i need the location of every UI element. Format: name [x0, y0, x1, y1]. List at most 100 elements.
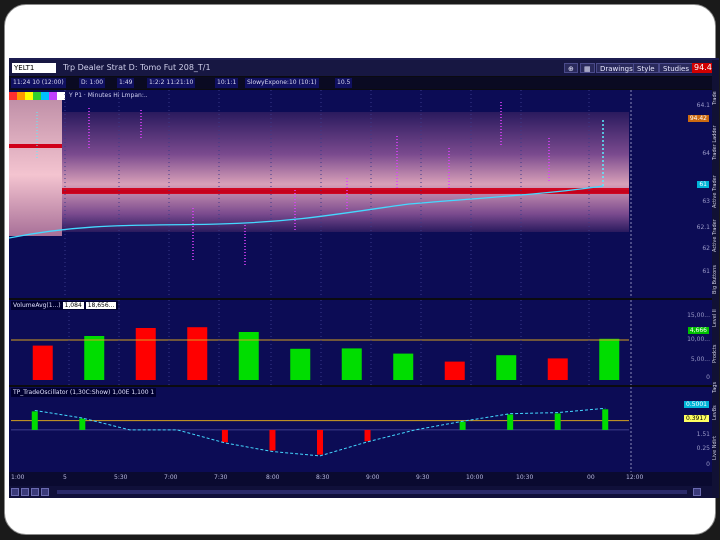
chart-description: Trp Dealer Strat D: Tomo Fut 208_T/1 [63, 63, 211, 72]
side-tab[interactable]: Prodcts [712, 334, 719, 374]
volume-bar [496, 355, 517, 380]
volume-plot [11, 300, 632, 385]
side-tab[interactable]: Big Buttons [712, 258, 719, 302]
oscillator-bar [602, 409, 609, 430]
vertical-grid [64, 90, 590, 298]
info-chip: 1:2:2 11:21:10 [147, 78, 196, 88]
volume-bar [84, 336, 105, 380]
volume-study-title: VolumeAvg(1...) 1,084 18,656... [11, 301, 119, 310]
price-axis-label: 62 [702, 245, 710, 252]
price-axis-label: 62.1 [696, 224, 710, 231]
grid-icon[interactable]: ▦ [580, 63, 595, 73]
oscillator-bar [31, 411, 38, 430]
side-tab[interactable]: Live Ndirt [712, 428, 719, 468]
time-axis-label: 10:30 [516, 474, 534, 481]
time-axis: 1:00 5 5:30 7:00 7:30 8:00 8:30 9:00 9:3… [9, 472, 712, 486]
oscillator-bar [79, 418, 86, 430]
oscillator-axis-label: 0.25 [696, 445, 710, 452]
trading-platform-window: YELT1 Trp Dealer Strat D: Tomo Fut 208_T… [9, 58, 719, 498]
zoom-in-icon[interactable] [31, 488, 39, 496]
time-axis-label: 5:30 [114, 474, 128, 481]
scroll-left-icon[interactable] [11, 488, 19, 496]
time-axis-label: 5 [63, 474, 67, 481]
oscillator-bar [459, 421, 466, 430]
right-side-tabs: Trade Trader Ladder Active Trader Active… [712, 60, 719, 498]
oscillator-bar [507, 414, 514, 430]
oscillator-axis-label: 0 [706, 461, 710, 468]
oscillator-bar [269, 429, 276, 451]
side-tab[interactable]: Tags [712, 376, 719, 398]
magenta-tick-marks [88, 102, 550, 265]
time-axis-label: 9:00 [366, 474, 380, 481]
volume-title-chip: 18,656... [85, 302, 117, 309]
zoom-icon[interactable]: ⊕ [564, 63, 578, 73]
volume-bar [32, 345, 53, 380]
moving-average-line [9, 185, 604, 239]
price-axis-label: 64 [702, 150, 710, 157]
info-chip: 11:24 10 (12:00) [11, 78, 66, 88]
oscillator-bar [221, 429, 228, 443]
oscillator-tag-mid: 0.3917 [684, 415, 709, 422]
oscillator-bar [554, 413, 561, 430]
chart-title-bar: YELT1 Trp Dealer Strat D: Tomo Fut 208_T… [9, 60, 719, 76]
time-axis-label: 7:00 [164, 474, 178, 481]
horizontal-scrollbar[interactable] [57, 490, 687, 494]
time-axis-label: 12:00 [626, 474, 644, 481]
info-strip: 11:24 10 (12:00) D: 1:00 1:49 1:2:2 11:2… [9, 77, 712, 89]
price-chart-panel[interactable]: Y P1 · Minutes Hi Lmpan:.. 64.1 94.42 64… [9, 90, 712, 298]
style-button[interactable]: Style [633, 63, 659, 73]
oscillator-axis-label: 1.51 [696, 431, 710, 438]
time-axis-label: 8:30 [316, 474, 330, 481]
volume-bar [187, 327, 208, 380]
volume-axis-label: 10,00... [687, 336, 710, 343]
volume-bar [393, 353, 414, 380]
time-axis-label: 00 [587, 474, 595, 481]
volume-highlight-tag: 4,666 [687, 327, 709, 334]
volume-bar [547, 358, 568, 380]
side-tab[interactable]: Active Trader [712, 170, 719, 214]
oscillator-bar [317, 429, 323, 455]
volume-panel[interactable]: VolumeAvg(1...) 1,084 18,656... 15,00...… [9, 300, 712, 385]
side-tab[interactable]: Trade [712, 80, 719, 116]
volume-bar [599, 338, 620, 380]
side-tab[interactable]: Active Trader [712, 216, 719, 256]
volume-bar [290, 348, 311, 380]
info-chip: 1:49 [117, 78, 135, 88]
studies-button[interactable]: Studies [659, 63, 693, 73]
volume-axis-label: 0 [706, 374, 710, 381]
time-axis-label: 10:00 [466, 474, 484, 481]
info-chip: SlowyExpone:10 (10:1) [245, 78, 319, 88]
last-price-tag: 94.42 [687, 115, 709, 122]
oscillator-tag-top: 0.5001 [684, 401, 709, 408]
oscillator-panel[interactable]: TP_TradeOscillator (1,30C:Show) 1,00E 1,… [9, 387, 712, 472]
side-tab[interactable]: Level II [712, 304, 719, 332]
chart-bottom-toolbar [9, 486, 712, 498]
price-axis-label: 61 [702, 268, 710, 275]
volume-title-chip: VolumeAvg(1...) [13, 302, 61, 309]
cross-price-tag: 61 [697, 181, 709, 188]
volume-axis-label: 15,00... [687, 312, 710, 319]
price-axis-label: 63 [702, 198, 710, 205]
drawings-button[interactable]: Drawings [596, 63, 637, 73]
time-axis-label: 1:00 [11, 474, 25, 481]
time-axis-label: 7:30 [214, 474, 228, 481]
side-tab[interactable]: Trader Ladder [712, 118, 719, 168]
expand-icon[interactable] [693, 488, 701, 496]
volume-bar [341, 348, 362, 380]
symbol-input[interactable]: YELT1 [12, 63, 56, 73]
time-axis-label: 9:30 [416, 474, 430, 481]
time-axis-label: 8:00 [266, 474, 280, 481]
side-tab[interactable]: LevBs [712, 400, 719, 426]
oscillator-bar [364, 429, 371, 442]
volume-axis-label: 5,00... [690, 356, 710, 363]
info-chip: 10:1:1 [215, 78, 239, 88]
scroll-right-icon[interactable] [41, 488, 49, 496]
volume-bar [238, 332, 259, 380]
info-chip: D: 1:00 [79, 78, 106, 88]
zoom-out-icon[interactable] [21, 488, 29, 496]
oscillator-study-title: TP_TradeOscillator (1,30C:Show) 1,00E 1,… [11, 388, 157, 397]
volume-bar [444, 361, 465, 380]
volume-title-chip: 1,084 [62, 302, 84, 309]
price-axis-label: 64.1 [696, 102, 710, 109]
info-chip: 10.5 [335, 78, 353, 88]
